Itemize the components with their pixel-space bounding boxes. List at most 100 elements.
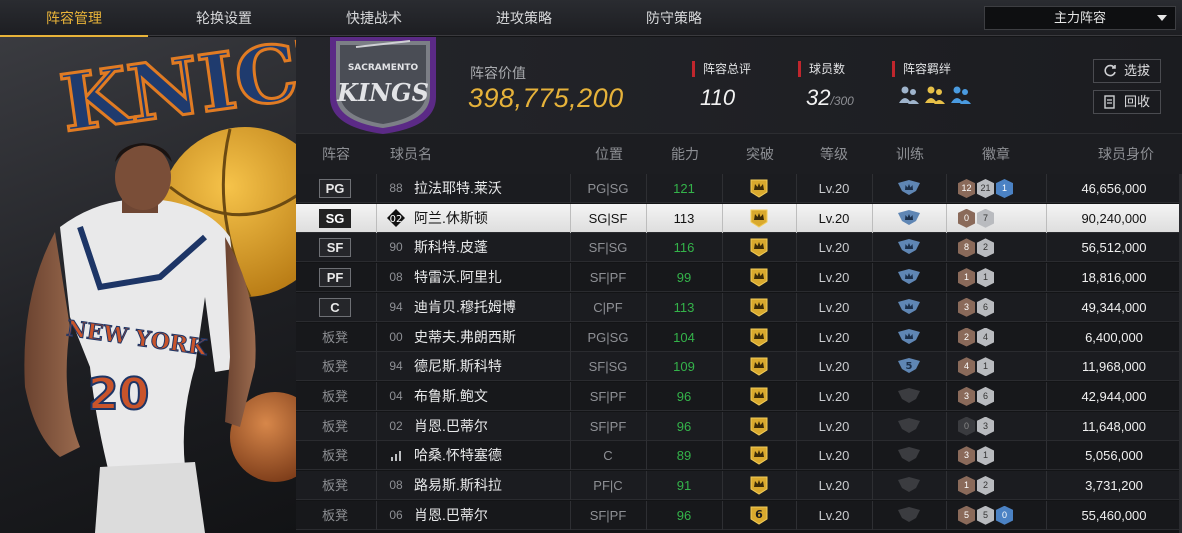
badge-group[interactable]: 03 <box>958 416 994 436</box>
bond-people-gold-icon <box>925 86 945 104</box>
roster-row[interactable]: PG 88 拉法耶特.莱沃 PG|SG 121 Lv.20 12 21 1 46,656,000 <box>296 174 1182 203</box>
column-divider <box>946 500 947 530</box>
training-crown-icon: 5 <box>898 358 920 374</box>
roster-row[interactable]: 板凳 08 路易斯.斯科拉 PF|C 91 Lv.20 1 2 3,731,200 <box>296 471 1182 500</box>
roster-row[interactable]: 板凳 02 肖恩.巴蒂尔 SF|PF 96 Lv.20 0 3 11,648,000 <box>296 411 1182 441</box>
tab-lineup-management[interactable]: 阵容管理 <box>0 0 148 37</box>
breakthrough-cell[interactable] <box>722 412 796 441</box>
training-cell[interactable] <box>872 293 946 322</box>
badge-group[interactable]: 41 <box>958 357 994 377</box>
badge-group[interactable]: 82 <box>958 238 994 258</box>
badge-group[interactable]: 24 <box>958 327 994 347</box>
training-cell[interactable]: 5 <box>872 352 946 381</box>
select-button[interactable]: 选拔 <box>1093 59 1161 83</box>
player-value: 18,816,000 <box>1081 270 1147 286</box>
player-ability: 121 <box>673 181 695 196</box>
col-level[interactable]: 等级 <box>796 134 872 174</box>
lineup-dropdown[interactable]: 主力阵容 <box>984 6 1176 30</box>
breakthrough-cell[interactable] <box>722 352 796 381</box>
col-slot[interactable]: 阵容 <box>296 134 376 174</box>
badge-chip: 1 <box>958 268 975 288</box>
training-cell[interactable] <box>872 174 946 203</box>
tab-quick-tactics[interactable]: 快捷战术 <box>300 0 448 36</box>
roster-row[interactable]: C 94 迪肯贝.穆托姆博 C|PF 113 Lv.20 3 6 49,344,000 <box>296 292 1182 322</box>
training-cell[interactable] <box>872 382 946 411</box>
roster-row[interactable]: 板凳 00 史蒂夫.弗朗西斯 PG|SG 104 Lv.20 2 4 6,400,000 <box>296 322 1182 352</box>
badge-chip: 21 <box>977 179 994 198</box>
column-divider <box>376 174 377 203</box>
roster-row[interactable]: 板凳 哈桑.怀特塞德 C 89 Lv.20 3 1 5,056,000 <box>296 441 1182 471</box>
tab-rotation-settings[interactable]: 轮换设置 <box>150 0 298 36</box>
col-player-name[interactable]: 球员名 <box>376 134 446 174</box>
player-ability: 116 <box>673 240 695 256</box>
player-level: Lv.20 <box>818 448 850 464</box>
player-name: 斯科特.皮蓬 <box>414 239 488 256</box>
player-name: 史蒂夫.弗朗西斯 <box>414 328 516 345</box>
player-illustration: KNICK NEW YORK 20 <box>24 37 296 533</box>
roster-row[interactable]: 板凳 04 布鲁斯.鲍文 SF|PF 96 Lv.20 3 6 42,944,000 <box>296 381 1182 411</box>
training-cell[interactable] <box>872 323 946 352</box>
breakthrough-cell[interactable]: 6 <box>722 501 796 530</box>
training-cell[interactable] <box>872 233 946 262</box>
roster-row[interactable]: 板凳 06 肖恩.巴蒂尔 SF|PF 96 6 Lv.20 5 5 0 55,460,000 <box>296 500 1182 530</box>
col-ability[interactable]: 能力 <box>646 134 724 174</box>
badge-group[interactable]: 07 <box>958 208 994 228</box>
tab-defense-strategy[interactable]: 防守策略 <box>600 0 748 36</box>
stat-player-count: 球员数 32/300 <box>798 61 854 111</box>
training-cell[interactable] <box>872 412 946 441</box>
breakthrough-cell[interactable] <box>722 441 796 470</box>
roster-row[interactable]: SF 90 斯科特.皮蓬 SF|SG 116 Lv.20 8 2 56,512,000 <box>296 233 1182 263</box>
badge-group[interactable]: 36 <box>958 297 994 317</box>
player-level: Lv.20 <box>818 210 850 226</box>
breakthrough-cell[interactable] <box>722 233 796 262</box>
player-position: SF|SG <box>588 240 628 256</box>
team-logo-text-main: KINGS <box>336 78 429 107</box>
breakthrough-crown-icon <box>750 446 768 465</box>
col-training[interactable]: 训练 <box>872 134 948 174</box>
player-level: Lv.20 <box>818 478 850 493</box>
column-divider <box>376 203 377 233</box>
breakthrough-crown-icon <box>750 417 768 436</box>
stat-overall-rating: 阵容总评 110 <box>692 61 751 111</box>
breakthrough-cell[interactable] <box>722 323 796 352</box>
breakthrough-cell[interactable] <box>722 382 796 411</box>
badge-group[interactable]: 11 <box>958 268 994 288</box>
badge-chip: 2 <box>977 238 994 258</box>
col-badges[interactable]: 徽章 <box>946 134 1046 174</box>
badge-chip: 1 <box>977 357 994 377</box>
roster-row[interactable]: 板凳 94 德尼斯.斯科特 SF|SG 109 Lv.20 5 4 1 11,968,000 <box>296 352 1182 382</box>
lineup-slot-bench: 板凳 <box>321 478 348 493</box>
badge-group[interactable]: 550 <box>958 505 1013 525</box>
training-cell[interactable] <box>872 471 946 500</box>
breakthrough-cell[interactable] <box>722 263 796 292</box>
player-position: C|PF <box>593 299 623 315</box>
training-cell[interactable] <box>872 204 946 233</box>
col-breakthrough[interactable]: 突破 <box>722 134 798 174</box>
breakthrough-cell[interactable] <box>722 471 796 500</box>
training-cell[interactable] <box>872 501 946 530</box>
roster-row[interactable]: SG 02 阿兰.休斯顿 SG|SF 113 Lv.20 0 7 90,240,000 <box>296 203 1182 233</box>
badge-group[interactable]: 36 <box>958 386 994 406</box>
column-divider <box>376 441 377 471</box>
training-cell[interactable] <box>872 441 946 470</box>
column-divider <box>376 322 377 352</box>
recycle-button[interactable]: 回收 <box>1093 90 1161 114</box>
lineup-slot-bench: 板凳 <box>321 329 348 345</box>
tab-offense-strategy[interactable]: 进攻策略 <box>450 0 598 36</box>
roster-row[interactable]: PF 08 特雷沃.阿里扎 SF|PF 99 Lv.20 1 1 18,816,000 <box>296 263 1182 293</box>
badge-group[interactable]: 12 <box>958 476 994 495</box>
jersey-number: 08 <box>389 478 403 492</box>
breakthrough-cell[interactable] <box>722 293 796 322</box>
lineup-slot-bench: 板凳 <box>321 507 348 523</box>
training-crown-icon <box>898 209 920 225</box>
training-cell[interactable] <box>872 263 946 292</box>
breakthrough-cell[interactable] <box>722 204 796 233</box>
breakthrough-cell[interactable] <box>722 174 796 203</box>
player-value: 5,056,000 <box>1085 448 1143 464</box>
bond-icons[interactable] <box>892 85 972 105</box>
training-crown-icon <box>898 269 920 285</box>
badge-group[interactable]: 12 21 1 <box>958 179 1013 198</box>
col-player-value[interactable]: 球员身价 <box>1076 134 1176 174</box>
badge-group[interactable]: 31 <box>958 446 994 466</box>
col-position[interactable]: 位置 <box>570 134 648 174</box>
